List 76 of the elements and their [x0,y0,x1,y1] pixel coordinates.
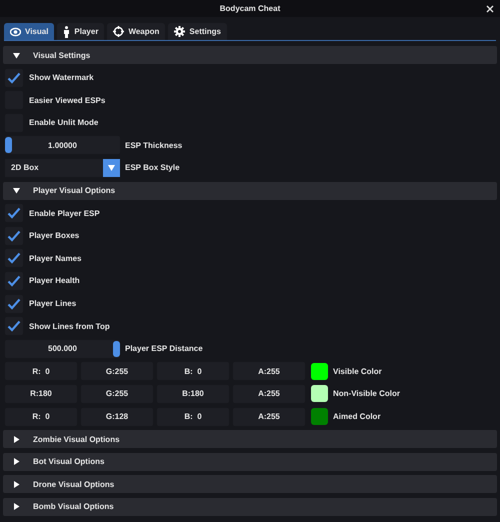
color-channel-field[interactable]: A:255 [233,384,305,403]
dropdown-button[interactable] [103,158,120,177]
dropdown-value[interactable]: 2D Box [5,158,103,177]
color-swatch[interactable] [311,362,328,380]
person-icon [63,26,70,38]
checkbox-label: Enable Unlit Mode [29,118,98,128]
eye-icon [10,26,21,36]
color-channel-field[interactable]: R: 0 [5,408,77,426]
section-header[interactable]: Bomb Visual Options [3,498,497,516]
checkbox[interactable] [5,68,23,87]
checkbox[interactable] [5,272,23,290]
color-channel-field[interactable]: G:255 [81,362,153,380]
tab[interactable]: Settings [168,23,227,40]
checkbox[interactable] [5,317,23,336]
check-icon [7,298,21,310]
section-header[interactable]: Drone Visual Options [3,475,497,494]
check-icon [7,230,21,242]
check-icon [7,72,21,84]
color-channel-field[interactable]: R: 0 [5,362,77,380]
color-channel-field[interactable]: A:255 [233,362,305,380]
color-label: Non-Visible Color [333,389,400,398]
checkbox-label: Show Watermark [29,73,94,82]
color-channel-field[interactable]: G:255 [81,384,153,403]
color-channel-field[interactable]: B: 0 [157,362,229,380]
close-icon [486,4,494,12]
slider[interactable]: 1.00000 [5,136,120,154]
tab[interactable]: Player [57,23,104,40]
slider-thumb[interactable] [5,137,12,154]
window-title: Bodycam Cheat [220,4,280,13]
tab[interactable]: Weapon [107,23,166,40]
color-swatch[interactable] [311,408,328,425]
caret-down-icon [13,187,20,194]
checkbox-label: Player Lines [29,299,76,308]
section-header[interactable]: Zombie Visual Options [3,430,497,448]
checkbox-label: Player Names [29,254,82,263]
checkbox[interactable] [5,226,23,245]
checkbox[interactable] [5,294,23,313]
caret-right-icon [13,503,20,510]
slider-value: 1.00000 [48,140,77,150]
checkbox-label: Player Health [29,276,80,286]
checkbox[interactable] [5,204,23,222]
caret-right-icon [13,480,20,488]
check-icon [7,207,21,220]
color-swatch[interactable] [311,385,328,402]
section-header[interactable]: Visual Settings [3,46,497,64]
caret-right-icon [13,436,20,443]
color-channel-field[interactable]: A:255 [233,408,305,426]
checkbox-label: Player Boxes [29,231,80,240]
tab[interactable]: Visual [4,23,54,40]
color-label: Visible Color [333,366,382,376]
gear-icon [174,26,186,37]
slider-thumb[interactable] [113,340,120,357]
checkbox[interactable] [5,249,23,268]
caret-right-icon [13,458,20,466]
slider-label: Player ESP Distance [125,344,203,354]
slider-value: 500.000 [48,344,77,354]
section-header[interactable]: Player Visual Options [3,182,497,200]
color-channel-field[interactable]: R:180 [5,384,77,403]
check-icon [7,252,21,264]
section-header[interactable]: Bot Visual Options [3,452,497,471]
caret-down-icon [13,52,20,58]
color-channel-field[interactable]: G:128 [81,408,153,426]
close-button[interactable] [485,4,494,13]
slider[interactable]: 500.000 [5,340,120,358]
crosshair-icon [113,26,124,37]
dropdown-label: ESP Box Style [125,163,180,172]
color-label: Aimed Color [333,412,381,421]
check-icon [7,274,21,287]
checkbox-label: Show Lines from Top [29,322,110,331]
color-channel-field[interactable]: B:180 [157,384,229,403]
checkbox-label: Enable Player ESP [29,208,100,218]
checkbox-label: Easier Viewed ESPs [29,96,106,105]
slider-label: ESP Thickness [125,140,182,150]
color-channel-field[interactable]: B: 0 [157,408,229,426]
check-icon [7,320,21,332]
caret-down-icon [108,164,115,171]
